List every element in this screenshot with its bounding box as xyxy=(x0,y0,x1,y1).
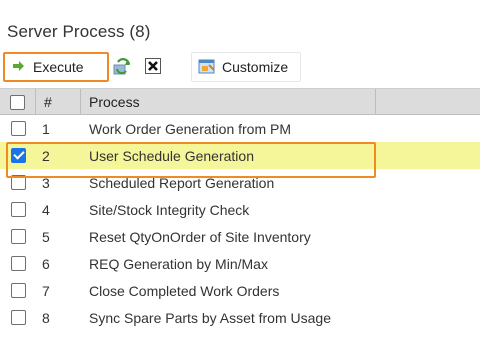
row-process-name: REQ Generation by Min/Max xyxy=(89,255,268,272)
row-number: 3 xyxy=(42,174,50,191)
row-number: 6 xyxy=(42,255,50,272)
row-checkbox-cell xyxy=(0,169,36,196)
row-checkbox-cell xyxy=(0,196,36,223)
row-number: 2 xyxy=(42,147,50,164)
row-number: 7 xyxy=(42,282,50,299)
table-row[interactable]: 1 Work Order Generation from PM xyxy=(0,115,480,142)
row-process-name: Site/Stock Integrity Check xyxy=(89,201,250,218)
page-title: Server Process (8) xyxy=(7,22,151,41)
process-grid: # Process 1 Work Order Generation from PM… xyxy=(0,88,480,331)
customize-icon xyxy=(198,57,216,78)
row-process-name: User Schedule Generation xyxy=(89,147,254,164)
row-process-name: Work Order Generation from PM xyxy=(89,120,292,137)
row-checkbox[interactable] xyxy=(10,229,26,244)
toolbar: Execute Customize xyxy=(0,50,480,86)
customize-button[interactable]: Customize xyxy=(191,52,301,82)
row-process-name: Sync Spare Parts by Asset from Usage xyxy=(89,309,331,326)
select-all-cell xyxy=(0,89,36,115)
row-number: 1 xyxy=(42,120,50,137)
green-arrow-icon xyxy=(13,59,25,75)
row-checkbox-cell xyxy=(0,304,36,331)
row-checkbox-cell xyxy=(0,277,36,304)
row-checkbox-cell xyxy=(0,250,36,277)
execute-label: Execute xyxy=(33,59,84,75)
row-number: 5 xyxy=(42,228,50,245)
close-icon[interactable] xyxy=(143,56,163,76)
row-checkbox-cell xyxy=(0,223,36,250)
row-checkbox[interactable] xyxy=(10,148,26,163)
row-checkbox[interactable] xyxy=(10,256,26,271)
table-row[interactable]: 5 Reset QtyOnOrder of Site Inventory xyxy=(0,223,480,250)
column-header-spacer xyxy=(376,89,480,115)
table-row[interactable]: 4 Site/Stock Integrity Check xyxy=(0,196,480,223)
row-checkbox-cell xyxy=(0,115,36,142)
row-checkbox[interactable] xyxy=(10,121,26,136)
table-row[interactable]: 6 REQ Generation by Min/Max xyxy=(0,250,480,277)
row-process-name: Reset QtyOnOrder of Site Inventory xyxy=(89,228,311,245)
grid-header: # Process xyxy=(0,88,480,115)
column-header-number[interactable]: # xyxy=(36,89,81,115)
table-row[interactable]: 3 Scheduled Report Generation xyxy=(0,169,480,196)
row-checkbox-cell xyxy=(0,142,36,169)
table-row[interactable]: 7 Close Completed Work Orders xyxy=(0,277,480,304)
row-number: 8 xyxy=(42,309,50,326)
refresh-icon[interactable] xyxy=(112,56,132,76)
server-process-panel: Server Process (8) Execute Customize # P… xyxy=(0,0,480,338)
row-checkbox[interactable] xyxy=(10,202,26,217)
row-number: 4 xyxy=(42,201,50,218)
grid-body: 1 Work Order Generation from PM 2 User Sche… xyxy=(0,115,480,331)
row-checkbox[interactable] xyxy=(10,175,26,190)
row-checkbox[interactable] xyxy=(10,283,26,298)
row-checkbox[interactable] xyxy=(10,310,26,325)
select-all-checkbox[interactable] xyxy=(10,94,25,110)
row-process-name: Scheduled Report Generation xyxy=(89,174,275,191)
table-row[interactable]: 2 User Schedule Generation xyxy=(0,142,480,169)
row-process-name: Close Completed Work Orders xyxy=(89,282,280,299)
column-header-process[interactable]: Process xyxy=(81,89,376,115)
table-row[interactable]: 8 Sync Spare Parts by Asset from Usage xyxy=(0,304,480,331)
customize-label: Customize xyxy=(222,59,289,75)
execute-button[interactable]: Execute xyxy=(3,52,109,82)
